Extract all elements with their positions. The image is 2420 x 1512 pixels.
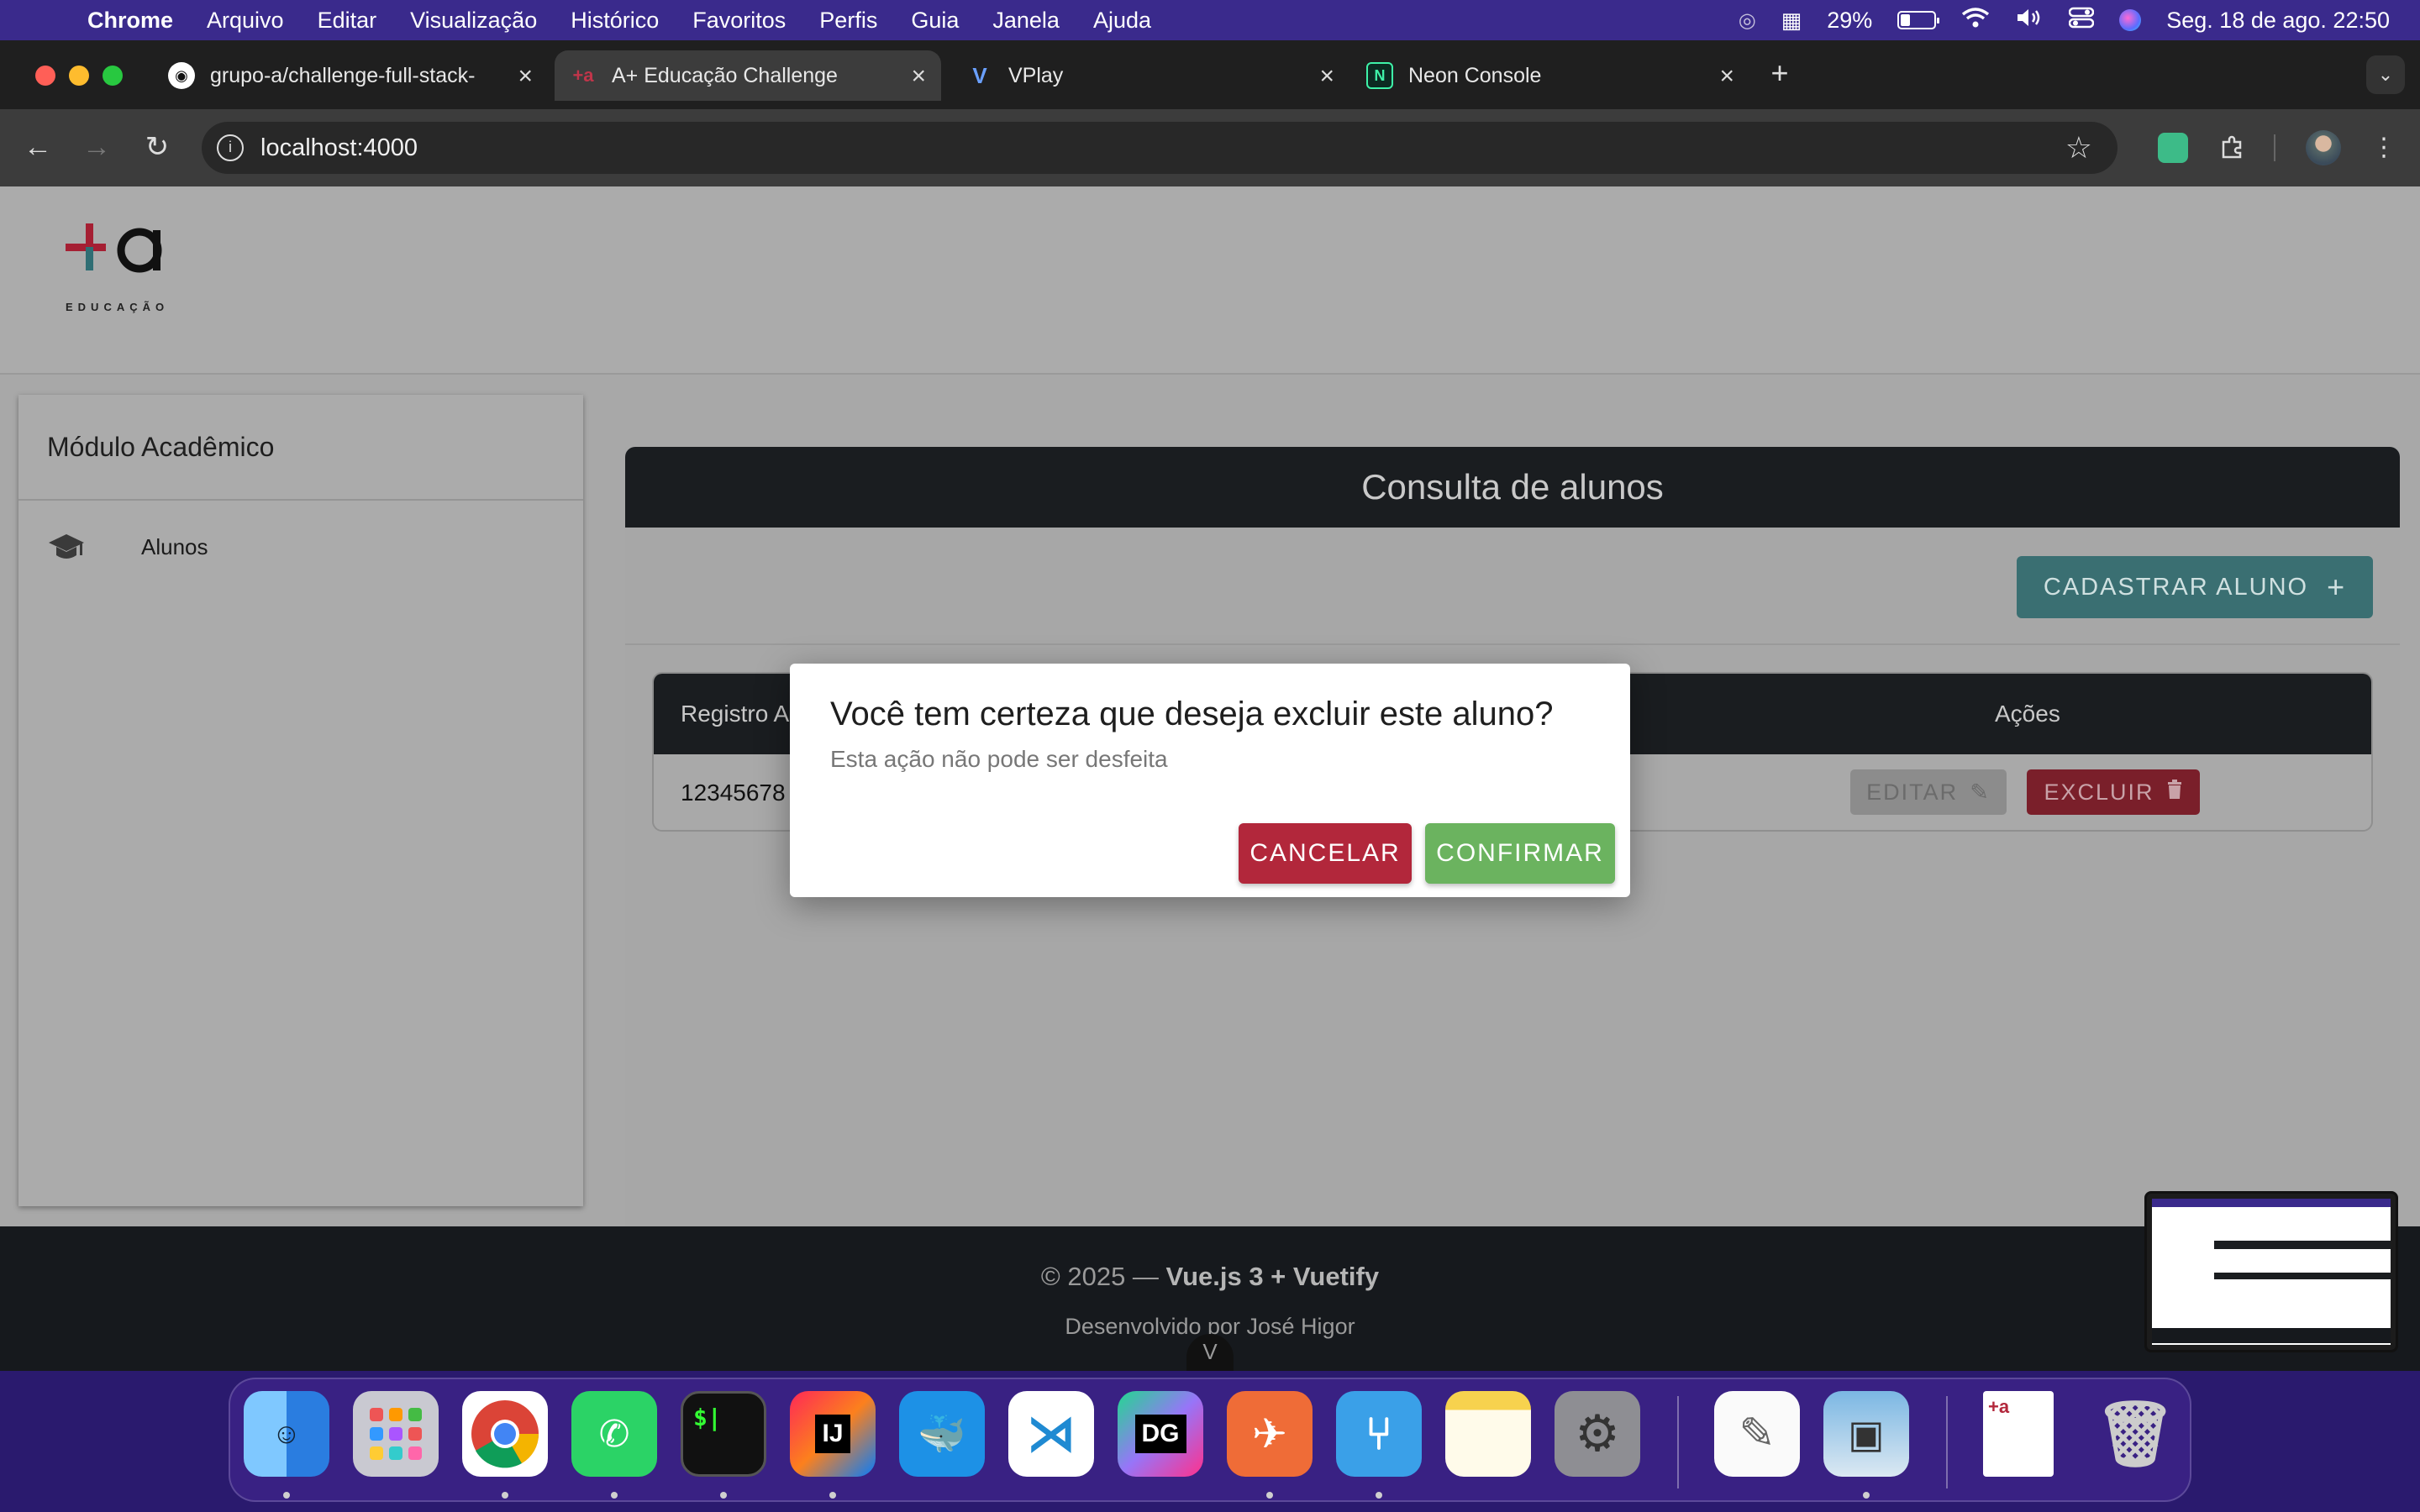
focus-icon[interactable]: ◎	[1739, 8, 1756, 33]
toolbar-divider	[2274, 134, 2275, 161]
launchpad-icon[interactable]	[353, 1391, 439, 1477]
document-icon[interactable]: +a	[1983, 1391, 2054, 1477]
tab-search-chevron-icon[interactable]: ⌄	[2366, 55, 2405, 94]
preview-icon[interactable]: ▣	[1823, 1391, 1909, 1477]
chrome-icon[interactable]	[462, 1391, 548, 1477]
menu-favoritos[interactable]: Favoritos	[692, 8, 786, 34]
intellij-icon[interactable]: IJ	[790, 1391, 876, 1477]
close-tab-icon[interactable]: ×	[1319, 62, 1334, 91]
dock-separator	[1677, 1396, 1679, 1488]
datagrip-icon[interactable]: DG	[1118, 1391, 1203, 1477]
running-indicator	[1863, 1492, 1870, 1499]
running-indicator	[1266, 1492, 1273, 1499]
browser-tab[interactable]: N Neon Console ×	[1351, 50, 1749, 101]
back-arrow-icon[interactable]: ←	[17, 126, 59, 168]
textedit-icon[interactable]: ✎	[1714, 1391, 1800, 1477]
reload-icon[interactable]: ↻	[136, 126, 178, 168]
docker-icon[interactable]: 🐳	[899, 1391, 985, 1477]
running-indicator	[611, 1492, 618, 1499]
dialog-subtitle: Esta ação não pode ser desfeita	[830, 746, 1168, 772]
menu-perfis[interactable]: Perfis	[819, 8, 877, 34]
menu-janela[interactable]: Janela	[992, 8, 1060, 34]
site-info-icon[interactable]: i	[217, 134, 244, 161]
close-tab-icon[interactable]: ×	[911, 62, 926, 91]
tab-title: grupo-a/challenge-full-stack-	[210, 63, 476, 87]
browser-tab-active[interactable]: +a A+ Educação Challenge ×	[555, 50, 941, 101]
keyboard-icon[interactable]: ▦	[1781, 8, 1802, 34]
zoom-window-button[interactable]	[103, 66, 123, 86]
dock-separator	[1946, 1396, 1948, 1488]
menu-ajuda[interactable]: Ajuda	[1093, 8, 1151, 34]
browser-tab[interactable]: ◉ grupo-a/challenge-full-stack- ×	[153, 50, 548, 101]
close-tab-icon[interactable]: ×	[518, 62, 533, 91]
terminal-icon[interactable]: $|	[681, 1391, 766, 1477]
running-indicator	[283, 1492, 290, 1499]
macos-menu-bar: Chrome Arquivo Editar Visualização Histó…	[0, 0, 2420, 40]
system-settings-icon[interactable]: ⚙	[1555, 1391, 1640, 1477]
trash-bin-icon[interactable]: 🗑	[2092, 1391, 2178, 1477]
extensions-puzzle-icon[interactable]	[2212, 126, 2254, 168]
bookmark-star-icon[interactable]: ☆	[2065, 130, 2092, 165]
browser-tab[interactable]: V VPlay ×	[951, 50, 1349, 101]
menu-app-name[interactable]: Chrome	[87, 8, 173, 34]
battery-percent: 29%	[1827, 7, 1873, 33]
extension-icon[interactable]	[2158, 133, 2188, 163]
menu-arquivo[interactable]: Arquivo	[207, 8, 284, 34]
forward-arrow-icon[interactable]: →	[76, 126, 118, 168]
menu-guia[interactable]: Guia	[911, 8, 959, 34]
confirm-button[interactable]: CONFIRMAR	[1425, 823, 1615, 884]
siri-icon[interactable]	[2119, 9, 2142, 31]
cancel-button[interactable]: CANCELAR	[1239, 823, 1412, 884]
fork-icon[interactable]: ⑂	[1336, 1391, 1422, 1477]
menu-visualizacao[interactable]: Visualização	[410, 8, 537, 34]
running-indicator	[720, 1492, 727, 1499]
vplay-icon: V	[972, 62, 987, 88]
whatsapp-icon[interactable]: ✆	[571, 1391, 657, 1477]
close-window-button[interactable]	[35, 66, 55, 86]
browser-menu-icon[interactable]: ⋮	[2363, 126, 2405, 168]
address-bar[interactable]: i localhost:4000 ☆	[202, 122, 2118, 174]
minimize-window-button[interactable]	[69, 66, 89, 86]
confirm-delete-dialog: Você tem certeza que deseja excluir este…	[790, 664, 1630, 897]
new-tab-icon[interactable]: +	[1763, 55, 1797, 94]
control-center-icon[interactable]	[2069, 7, 2095, 34]
finder-icon[interactable]: ☺	[244, 1391, 329, 1477]
url-text: localhost:4000	[260, 134, 418, 161]
volume-icon[interactable]	[2015, 7, 2044, 34]
site-favicon-icon: +a	[572, 65, 594, 86]
battery-icon[interactable]	[1897, 11, 1940, 29]
postman-icon[interactable]: ✈	[1227, 1391, 1313, 1477]
neon-icon: N	[1366, 62, 1393, 89]
github-icon: ◉	[168, 62, 195, 89]
running-indicator	[1376, 1492, 1382, 1499]
profile-avatar[interactable]	[2306, 130, 2341, 165]
close-tab-icon[interactable]: ×	[1719, 62, 1734, 91]
running-indicator	[502, 1492, 508, 1499]
notes-icon[interactable]	[1445, 1391, 1531, 1477]
vscode-icon[interactable]: ⋊	[1008, 1391, 1094, 1477]
running-indicator	[829, 1492, 836, 1499]
menu-historico[interactable]: Histórico	[571, 8, 659, 34]
menu-editar[interactable]: Editar	[318, 8, 377, 34]
tab-title: A+ Educação Challenge	[612, 63, 838, 87]
tab-title: Neon Console	[1408, 63, 1542, 87]
wifi-icon[interactable]	[1961, 7, 1990, 34]
dialog-title: Você tem certeza que deseja excluir este…	[830, 696, 1554, 732]
tab-title: VPlay	[1008, 63, 1064, 87]
menu-clock[interactable]: Seg. 18 de ago. 22:50	[2166, 8, 2390, 34]
